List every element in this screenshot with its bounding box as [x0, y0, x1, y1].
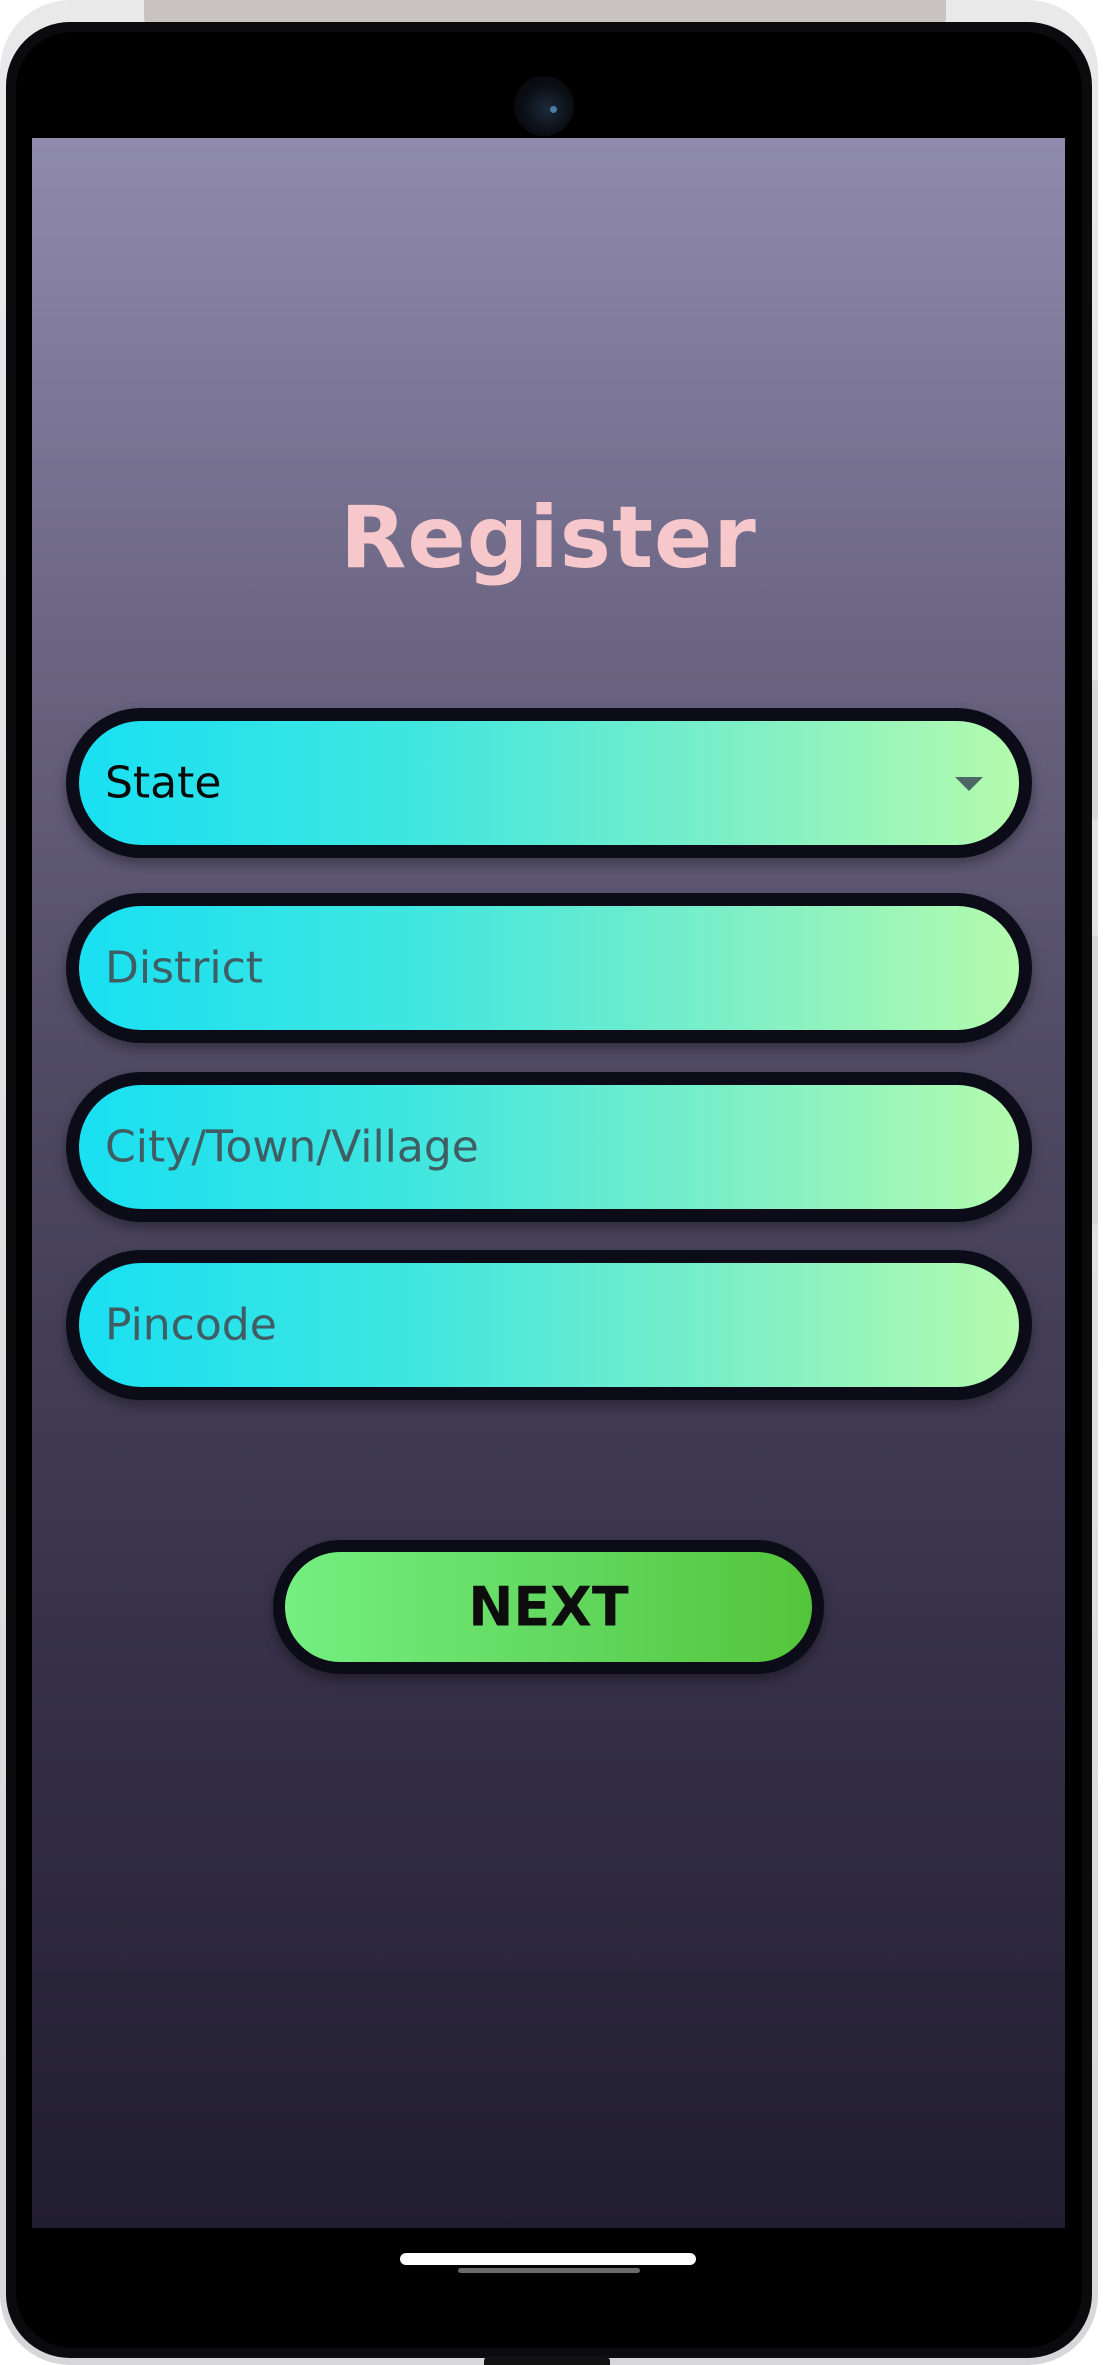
- page-title: Register: [340, 488, 757, 588]
- pincode-input[interactable]: Pincode: [66, 1250, 1032, 1400]
- bottom-frame-notch: [484, 2356, 610, 2365]
- state-dropdown-value: State: [105, 757, 222, 809]
- power-button: [1092, 935, 1098, 1225]
- next-button[interactable]: NEXT: [273, 1540, 824, 1674]
- home-indicator-shadow: [458, 2268, 640, 2273]
- home-indicator[interactable]: [400, 2253, 696, 2265]
- state-dropdown[interactable]: State: [66, 708, 1032, 858]
- next-button-label: NEXT: [468, 1575, 629, 1639]
- caret-down-icon[interactable]: [955, 777, 983, 791]
- city-town-village-input[interactable]: City/Town/Village: [66, 1072, 1032, 1222]
- front-camera-icon: [514, 76, 574, 136]
- phone-frame: Register State District City/Town/Villag…: [0, 0, 1098, 2365]
- app-screen: Register State District City/Town/Villag…: [32, 138, 1065, 2228]
- volume-button: [1092, 680, 1098, 820]
- city-input-placeholder: City/Town/Village: [105, 1121, 479, 1173]
- district-input-placeholder: District: [105, 942, 264, 994]
- pincode-input-placeholder: Pincode: [105, 1299, 277, 1351]
- district-input[interactable]: District: [66, 893, 1032, 1043]
